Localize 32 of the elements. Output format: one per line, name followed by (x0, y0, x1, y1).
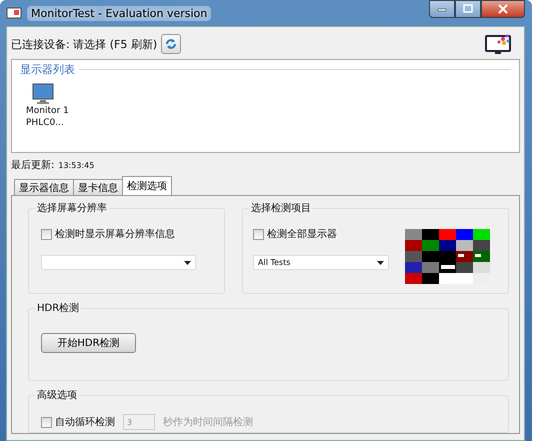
maximize-icon (463, 4, 473, 14)
tab[interactable]: 检测选项 (122, 176, 172, 195)
tab[interactable]: 显卡信息 (73, 179, 123, 195)
connected-device-label: 已连接设备: 请选择 (F5 刷新) (11, 36, 158, 52)
monitor-item[interactable]: Monitor 1 PHLC0... (24, 81, 71, 131)
interval-suffix-label: 秒作为时间间隔检测 (163, 416, 253, 429)
dropdown[interactable]: All Tests (253, 255, 389, 270)
minimize-button[interactable] (429, 0, 455, 18)
app-icon (6, 5, 22, 21)
refresh-button[interactable] (161, 34, 182, 54)
close-button[interactable] (481, 0, 525, 18)
tab[interactable]: 显示器信息 (14, 179, 74, 195)
refresh-icon (164, 37, 178, 51)
monitor-name: Monitor 1 (26, 106, 69, 117)
checkbox[interactable]: 检测全部显示器 (253, 227, 389, 241)
last-update-label: 最后更新: (11, 158, 54, 172)
maximize-button[interactable] (455, 0, 481, 18)
advanced-group-title: 高级选项 (35, 388, 79, 402)
close-icon (498, 4, 508, 14)
monitor-icon (32, 83, 54, 105)
last-update-time: 13:53:45 (58, 161, 94, 170)
hdr-group-title: HDR检测 (35, 301, 82, 315)
monitor-logo-icon (484, 32, 512, 56)
checkbox[interactable]: 自动循环检测 (41, 415, 115, 429)
monitor-model: PHLC0... (26, 118, 64, 129)
checkbox[interactable]: 检测时显示屏幕分辨率信息 (41, 227, 214, 241)
monitor-list-title: 显示器列表 (20, 62, 75, 77)
caret-icon (377, 260, 384, 264)
resolution-group-title: 选择屏幕分辨率 (35, 201, 109, 215)
start-hdr-button[interactable]: 开始HDR检测 (41, 333, 136, 353)
test-group-title: 选择检测项目 (249, 201, 313, 215)
caret-icon (184, 260, 191, 264)
